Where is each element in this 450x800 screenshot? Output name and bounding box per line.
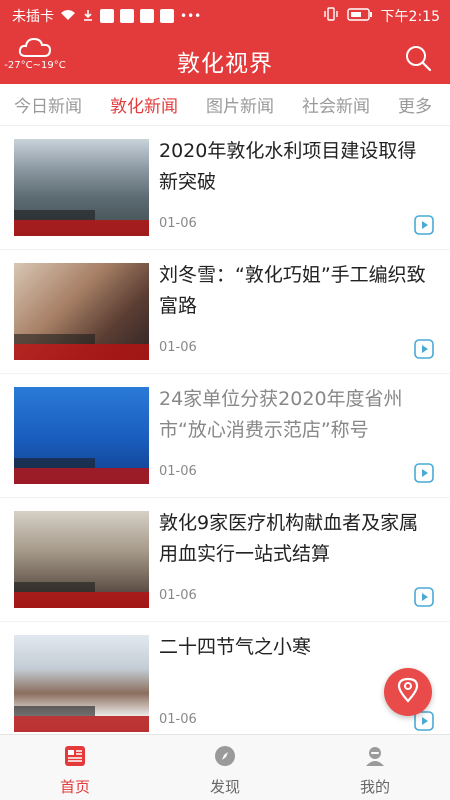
tab-dunhua-news[interactable]: 敦化新闻	[110, 92, 178, 117]
tab-picture-news[interactable]: 图片新闻	[206, 92, 274, 117]
news-thumbnail	[14, 139, 149, 236]
news-item[interactable]: 2020年敦化水利项目建设取得新突破 01-06	[0, 126, 450, 250]
tab-more[interactable]: 更多	[398, 92, 432, 117]
wifi-icon	[60, 9, 76, 23]
news-item[interactable]: 24家单位分获2020年度省州市“放心消费示范店”称号 01-06	[0, 374, 450, 498]
status-bar: 未插卡 ••• 下午2:15	[0, 0, 450, 32]
nav-home-label: 首页	[59, 778, 90, 796]
app-badge-icon	[100, 9, 114, 23]
news-thumbnail	[14, 511, 149, 608]
app-header: -27°C~19°C 敦化视界	[0, 32, 450, 84]
category-tabs: 今日新闻 敦化新闻 图片新闻 社会新闻 更多	[0, 84, 450, 126]
location-fab-button[interactable]	[384, 668, 432, 716]
news-thumbnail	[14, 263, 149, 360]
video-play-icon[interactable]	[414, 463, 434, 483]
app-badge-icon	[140, 9, 154, 23]
app-title: 敦化视界	[177, 51, 273, 77]
news-item[interactable]: 二十四节气之小寒 01-06	[0, 622, 450, 734]
news-item[interactable]: 刘冬雪：“敦化巧姐”手工编织致富路 01-06	[0, 250, 450, 374]
download-icon	[82, 9, 94, 23]
news-date: 01-06	[159, 588, 197, 603]
user-icon	[363, 744, 387, 772]
news-thumbnail	[14, 387, 149, 484]
nav-discover-label: 发现	[209, 778, 240, 796]
battery-icon	[346, 7, 373, 25]
bottom-navigation: 首页 发现 我的	[0, 734, 450, 800]
clock: 下午2:15	[380, 9, 440, 25]
video-play-icon[interactable]	[414, 215, 434, 235]
video-play-icon[interactable]	[414, 587, 434, 607]
news-title: 刘冬雪：“敦化巧姐”手工编织致富路	[159, 264, 426, 317]
compass-icon	[213, 744, 237, 772]
more-dots-icon: •••	[180, 9, 202, 23]
news-title: 二十四节气之小寒	[159, 636, 312, 658]
nav-mine-label: 我的	[359, 778, 390, 796]
news-title: 2020年敦化水利项目建设取得新突破	[159, 140, 417, 193]
app-badge-icon	[120, 9, 134, 23]
news-date: 01-06	[159, 712, 197, 727]
carrier-label: 未插卡	[12, 9, 54, 25]
nav-home[interactable]: 首页	[0, 735, 150, 800]
location-pin-icon	[397, 677, 419, 707]
news-date: 01-06	[159, 216, 197, 231]
tab-social-news[interactable]: 社会新闻	[302, 92, 370, 117]
search-icon	[404, 46, 432, 76]
news-item[interactable]: 敦化9家医疗机构献血者及家属用血实行一站式结算 01-06	[0, 498, 450, 622]
video-play-icon[interactable]	[414, 339, 434, 359]
news-date: 01-06	[159, 340, 197, 355]
news-title: 敦化9家医疗机构献血者及家属用血实行一站式结算	[159, 512, 419, 565]
tab-today-news[interactable]: 今日新闻	[14, 92, 82, 117]
news-thumbnail	[14, 635, 149, 732]
news-title: 24家单位分获2020年度省州市“放心消费示范店”称号	[159, 388, 403, 441]
search-button[interactable]	[404, 44, 432, 72]
vibrate-icon	[323, 7, 339, 25]
nav-discover[interactable]: 发现	[150, 735, 300, 800]
app-badge-icon	[160, 9, 174, 23]
news-date: 01-06	[159, 464, 197, 479]
news-icon	[63, 744, 87, 772]
nav-mine[interactable]: 我的	[300, 735, 450, 800]
news-list: 2020年敦化水利项目建设取得新突破 01-06 刘冬雪：“敦化巧姐”手工编织致…	[0, 126, 450, 734]
